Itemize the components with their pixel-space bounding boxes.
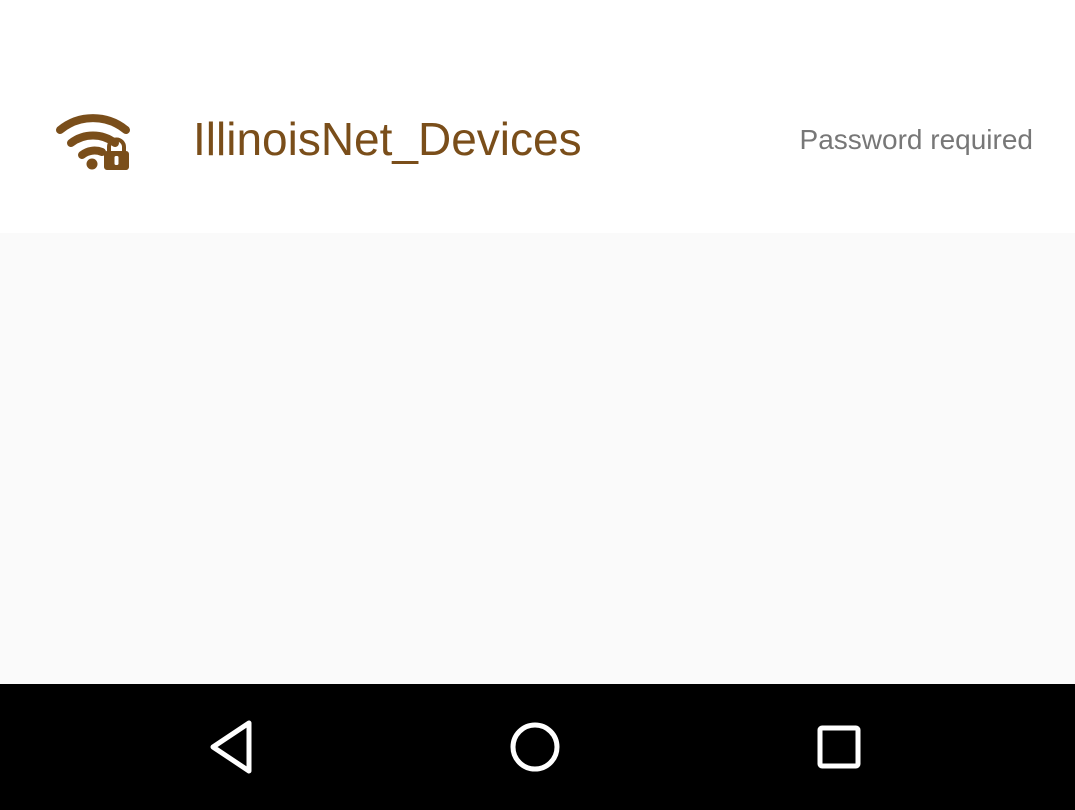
screen: IllinoisNet_Devices Password required [0, 0, 1075, 810]
content-area [0, 233, 1075, 684]
recents-square-icon [809, 717, 869, 782]
wifi-network-item[interactable]: IllinoisNet_Devices Password required [0, 0, 1075, 233]
recents-button[interactable] [794, 704, 884, 794]
network-ssid: IllinoisNet_Devices [193, 113, 582, 165]
network-status: Password required [799, 124, 1033, 155]
home-circle-icon [505, 717, 565, 782]
home-button[interactable] [490, 704, 580, 794]
wifi-lock-icon [56, 110, 132, 172]
back-triangle-icon [203, 717, 263, 782]
back-button[interactable] [188, 704, 278, 794]
navigation-bar [0, 684, 1075, 810]
